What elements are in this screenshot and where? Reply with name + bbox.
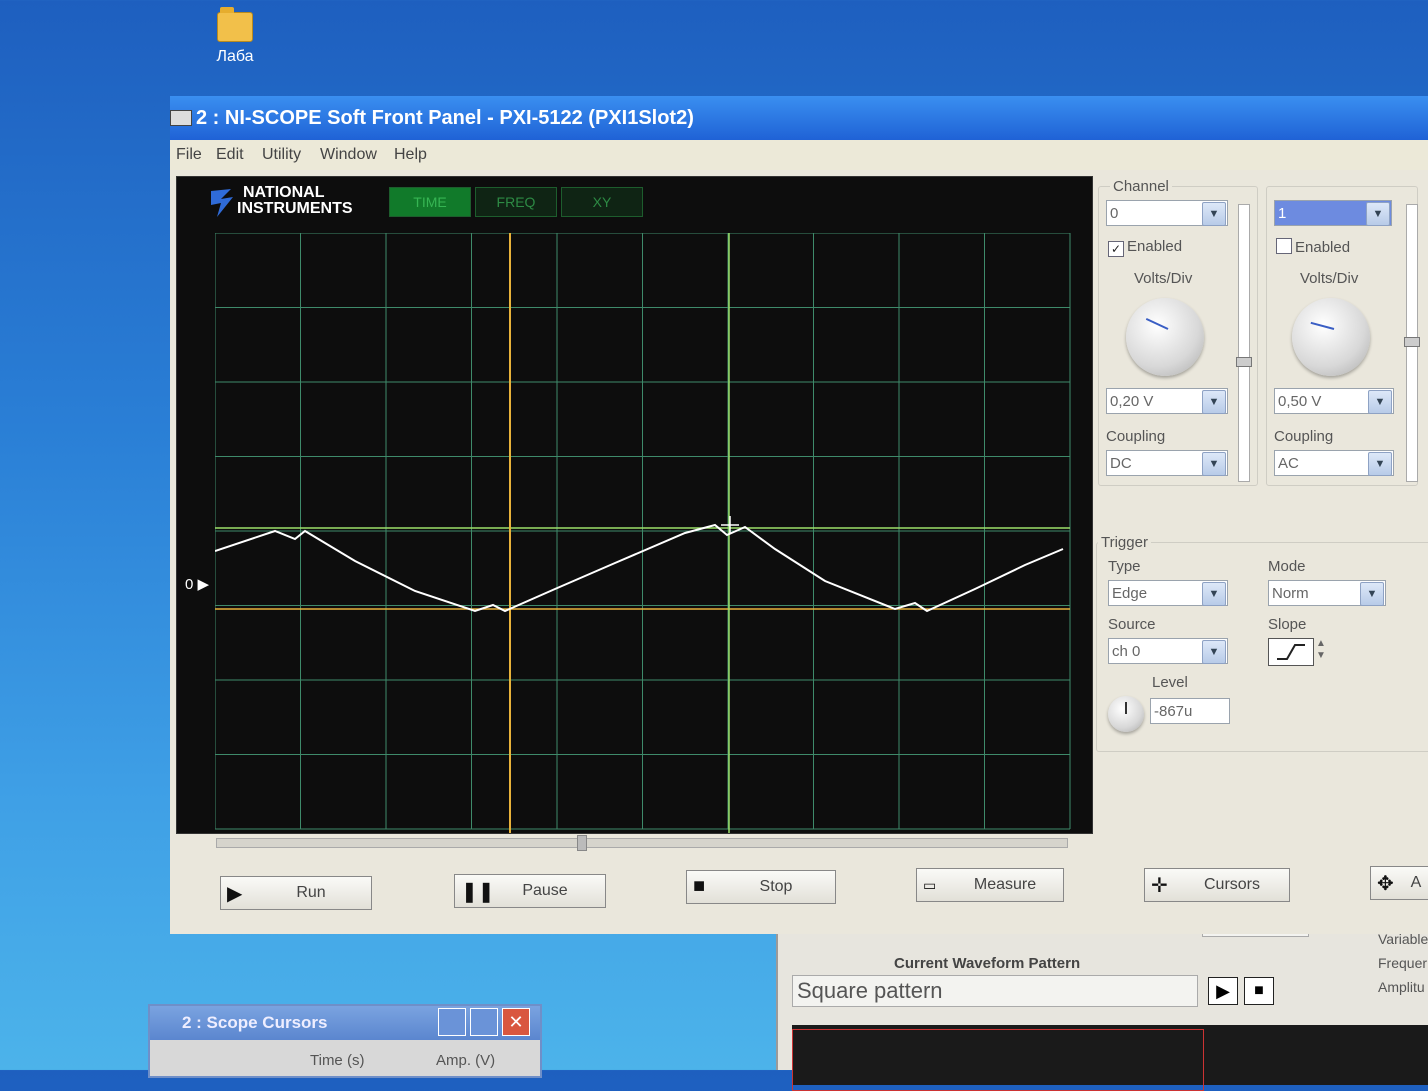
cursors-col-time: Time (s) — [310, 1052, 365, 1069]
channel-a-coupling-label: Coupling — [1106, 428, 1166, 445]
trigger-source-select[interactable]: ch 0 ▼ — [1108, 638, 1228, 664]
channel-a-volts-knob[interactable] — [1126, 298, 1204, 376]
desktop-folder-label: Лаба — [216, 48, 254, 65]
tab-freq[interactable]: FREQ — [475, 187, 557, 217]
cursors-col-amp: Amp. (V) — [436, 1052, 496, 1069]
menu-bar: File Edit Utility Window Help — [170, 140, 1428, 170]
channel-a-select[interactable]: 0 ▼ — [1106, 200, 1228, 226]
menu-window[interactable]: Window — [320, 146, 377, 164]
channel-b-coupling-label: Coupling — [1274, 428, 1334, 445]
channel-a-volts-select[interactable]: 0,20 V ▼ — [1106, 388, 1228, 414]
function-generator-window: Mode Continuous Current Waveform Pattern… — [776, 915, 1428, 1091]
trigger-mode-label: Mode — [1268, 558, 1306, 575]
horizontal-position-slider[interactable] — [216, 835, 1068, 851]
pattern-field[interactable]: Square pattern — [792, 975, 1198, 1007]
fgen-pattern-grid — [792, 1029, 1204, 1091]
channel-a-offset-slider[interactable] — [1236, 204, 1252, 482]
desktop-folder-icon[interactable]: Лаба — [205, 7, 265, 88]
folder-icon — [217, 7, 253, 42]
scope-main-window[interactable]: 2 : NI-SCOPE Soft Front Panel - PXI-5122… — [170, 96, 1428, 934]
channel-a-volts-label: Volts/Div — [1134, 270, 1193, 287]
channel-b-coupling-select[interactable]: AC ▼ — [1274, 450, 1394, 476]
chevron-down-icon: ▼ — [1368, 452, 1392, 476]
ni-eagle-icon — [211, 189, 233, 217]
stop-button[interactable]: ■ Stop — [686, 870, 836, 904]
run-button[interactable]: ▶ Run — [220, 876, 372, 910]
slider-thumb[interactable] — [577, 835, 587, 851]
scope-plot[interactable] — [215, 233, 1075, 833]
measure-button[interactable]: ▭ Measure — [916, 868, 1064, 902]
pause-button[interactable]: ❚❚ Pause — [454, 874, 606, 908]
rising-edge-icon — [1277, 644, 1305, 660]
zero-level-label: 0 — [185, 576, 194, 593]
channel-b-offset-slider[interactable] — [1404, 204, 1420, 482]
maximize-icon[interactable] — [470, 1008, 498, 1036]
trigger-source-label: Source — [1108, 616, 1156, 633]
current-pattern-label: Current Waveform Pattern — [894, 955, 1081, 972]
close-icon[interactable]: ✕ — [502, 1008, 530, 1036]
window-client-area: NATIONAL INSTRUMENTS TIME FREQ XY 0 ▶ ▶ … — [170, 170, 1428, 934]
tab-xy[interactable]: XY — [561, 187, 643, 217]
trigger-type-label: Type — [1108, 558, 1141, 575]
menu-help[interactable]: Help — [394, 146, 427, 164]
channel-b-enabled-checkbox[interactable]: Enabled — [1276, 238, 1350, 256]
scope-grid — [215, 233, 1071, 830]
trigger-group-label: Trigger — [1098, 534, 1151, 551]
checkbox-checked: ✓ — [1108, 241, 1124, 257]
fgen-display — [792, 1025, 1428, 1091]
trigger-mode-select[interactable]: Norm ▼ — [1268, 580, 1386, 606]
chevron-down-icon: ▼ — [1202, 390, 1226, 414]
channel-a-enabled-checkbox[interactable]: ✓ Enabled — [1108, 238, 1182, 257]
app-icon — [170, 110, 192, 126]
fgen-play-button[interactable]: ▶ — [1208, 977, 1238, 1005]
trigger-level-label: Level — [1152, 674, 1188, 691]
chevron-down-icon: ▼ — [1202, 202, 1226, 226]
oscilloscope-display: NATIONAL INSTRUMENTS TIME FREQ XY 0 ▶ — [176, 176, 1093, 834]
minimize-icon[interactable] — [438, 1008, 466, 1036]
checkbox-unchecked — [1276, 238, 1292, 254]
trigger-type-select[interactable]: Edge ▼ — [1108, 580, 1228, 606]
scope-cursors-window[interactable]: 2 : Scope Cursors ✕ Time (s) Amp. (V) — [148, 1004, 542, 1078]
menu-utility[interactable]: Utility — [262, 146, 301, 164]
menu-file[interactable]: File — [176, 146, 202, 164]
channel-b-select[interactable]: 1 ▼ — [1274, 200, 1392, 226]
channel-group-label: Channel — [1110, 178, 1172, 195]
channel-b-volts-knob[interactable] — [1292, 298, 1370, 376]
waveform-trace — [215, 523, 1064, 613]
channel-a-coupling-select[interactable]: DC ▼ — [1106, 450, 1228, 476]
zero-level-marker[interactable]: 0 ▶ — [185, 575, 209, 593]
chevron-down-icon: ▼ — [1366, 202, 1390, 226]
trigger-slope-label: Slope — [1268, 616, 1307, 633]
fgen-stop-button[interactable]: ■ — [1244, 977, 1274, 1005]
window-titlebar[interactable]: 2 : NI-SCOPE Soft Front Panel - PXI-5122… — [170, 96, 1428, 140]
autoset-button[interactable]: ✥ A — [1370, 866, 1428, 900]
fgen-side-label-3: Amplitu — [1378, 979, 1425, 995]
tab-time[interactable]: TIME — [389, 187, 471, 217]
trigger-level-knob[interactable] — [1108, 696, 1144, 732]
chevron-down-icon: ▼ — [1368, 390, 1392, 414]
trigger-slope-control[interactable] — [1268, 638, 1314, 666]
chevron-down-icon: ▼ — [1202, 640, 1226, 664]
window-title: 2 : NI-SCOPE Soft Front Panel - PXI-5122… — [196, 107, 694, 129]
cursors-window-title: 2 : Scope Cursors — [182, 1013, 328, 1032]
trigger-level-input[interactable]: -867u — [1150, 698, 1230, 724]
fgen-side-label-2: Frequer — [1378, 955, 1428, 971]
menu-edit[interactable]: Edit — [216, 146, 244, 164]
marker-arrow-icon: ▶ — [197, 576, 210, 593]
chevron-down-icon: ▼ — [1202, 582, 1226, 606]
cursors-button[interactable]: ✛ Cursors — [1144, 868, 1290, 902]
chevron-down-icon: ▼ — [1202, 452, 1226, 476]
slope-spinner-icon[interactable]: ▲ ▼ — [1316, 638, 1326, 662]
channel-b-volts-label: Volts/Div — [1300, 270, 1359, 287]
chevron-down-icon: ▼ — [1360, 582, 1384, 606]
ni-logo: NATIONAL INSTRUMENTS — [211, 185, 353, 217]
channel-b-volts-select[interactable]: 0,50 V ▼ — [1274, 388, 1394, 414]
